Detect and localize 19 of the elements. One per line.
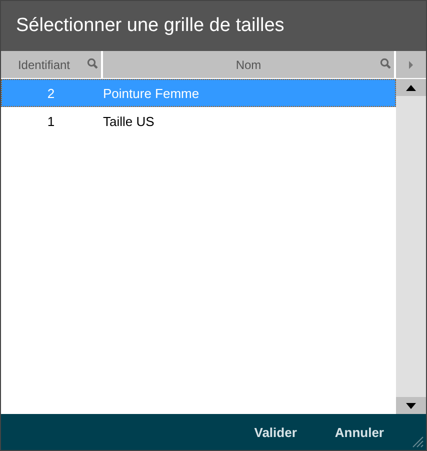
- table-cell-text: Taille US: [102, 114, 156, 128]
- footer-button[interactable]: Valider: [250, 422, 301, 442]
- scroll-down-button[interactable]: [396, 397, 426, 414]
- table-row[interactable]: 1 Taille US: [1, 107, 396, 135]
- footer-button[interactable]: Annuler: [330, 422, 388, 442]
- table-cell-text: Pointure Femme: [102, 86, 200, 100]
- window-title: Sélectionner une grille de tailles: [16, 15, 284, 37]
- scrollbar[interactable]: [396, 79, 426, 414]
- column-header[interactable]: Identifiant: [1, 51, 101, 78]
- column-header[interactable]: Nom: [103, 51, 394, 78]
- table-cell-text: 1: [46, 114, 56, 128]
- down-arrow-icon: [406, 402, 416, 408]
- scroll-up-button[interactable]: [396, 79, 426, 96]
- search-icon[interactable]: [87, 58, 98, 69]
- up-arrow-icon: [406, 84, 416, 90]
- table-cell-text: 2: [46, 86, 56, 100]
- search-icon[interactable]: [380, 58, 391, 69]
- right-arrow-icon: [409, 60, 413, 68]
- resize-grip-icon[interactable]: [412, 436, 424, 448]
